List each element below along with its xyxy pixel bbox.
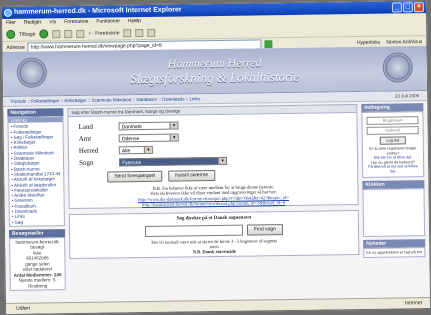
window-title: hammerum-herred.dk - Microsoft Internet … [13, 6, 182, 16]
current-date: 23 Juli 2006 [394, 93, 420, 99]
herred-select[interactable]: Alle ▼ [118, 145, 153, 154]
maximize-button[interactable]: □ [402, 2, 413, 13]
navigation-list: Sitelinks • Forside • Folketællinger • S… [7, 116, 65, 227]
minimize-button[interactable]: _ [391, 2, 402, 13]
login-box: Brugernavn Kodeord Log ind Er du ikke re… [361, 111, 425, 178]
status-text: Udført [16, 305, 31, 312]
parish-search-box: Søg direkte på et Dansk sognenavn Find s… [68, 210, 360, 260]
send-query-button[interactable]: Send forespørgsel [107, 170, 163, 183]
left-column: Navigation Sitelinks • Forside • Folketæ… [7, 108, 66, 292]
forgot-link[interactable]: Få tilsendt et nyt ved at klikke her. [365, 165, 421, 175]
amt-label: Amt [78, 134, 92, 143]
menu-favorites[interactable]: Foretrukne [64, 18, 88, 27]
news-box: En ny søgefunktion er lagt på her [363, 246, 426, 259]
batch-search-form: Land Danmark ▼ Amt Odense ▼ Herred Alle … [67, 113, 359, 210]
land-select[interactable]: Danmark ▼ [118, 121, 179, 130]
sogn-select[interactable]: Fyensne ▼ [118, 156, 228, 166]
amt-value: Odense [121, 135, 140, 142]
stop-icon[interactable] [52, 29, 61, 38]
address-label: Adresse [6, 44, 25, 51]
history-icon[interactable] [123, 28, 132, 37]
find-parish-button[interactable]: Find sogn [246, 224, 284, 236]
land-value: Danmark [121, 123, 142, 130]
username-field[interactable]: Brugernavn [366, 116, 419, 125]
back-label[interactable]: Tilbage [19, 31, 35, 37]
center-column: Søg efter Batch-numre fra Danmark, Norge… [67, 104, 360, 260]
go-button[interactable] [264, 39, 273, 48]
search-help: Det vil normalt være nok at skrive de fø… [70, 237, 358, 256]
land-label: Land [78, 122, 93, 131]
internet-explorer-icon [3, 8, 13, 17]
forward-icon[interactable] [39, 29, 49, 39]
page-content: Navigation Sitelinks • Forside • Folketæ… [3, 101, 430, 304]
sogn-value: Fyensne [122, 159, 142, 166]
parish-search-input[interactable] [144, 224, 244, 237]
chevron-down-icon: ▼ [143, 146, 152, 153]
chevron-down-icon: ▼ [217, 157, 227, 164]
chevron-down-icon: ▼ [169, 134, 178, 141]
close-button[interactable]: × [413, 2, 424, 13]
back-icon[interactable] [6, 29, 16, 39]
mail-icon[interactable] [135, 28, 144, 37]
reset-button[interactable]: Nulstil skærme [168, 170, 216, 182]
herred-label: Herred [78, 146, 99, 155]
visitor-counter: hammerum-herred.dk besøgt ikke 861482086… [9, 237, 66, 292]
amt-select[interactable]: Odense ▼ [118, 133, 179, 142]
home-icon[interactable] [76, 29, 85, 38]
search-icon[interactable]: ⌕ [88, 30, 91, 36]
top-nav-links[interactable]: Forside :: Folketællinger :: Kirkebøger … [11, 96, 200, 104]
news-item: En ny søgefunktion er lagt på her [366, 249, 423, 255]
browser-window: hammerum-herred.dk - Microsoft Internet … [0, 0, 431, 315]
nav-item[interactable]: • Søg [12, 219, 62, 225]
site-banner: Hammerum Herred Slægtsforskning & Lokalh… [2, 46, 428, 97]
newest-member: Nyeste medlem: S. Rindbring [18, 277, 57, 289]
parish-search-title: Søg direkte på et Dansk sognenavn [176, 215, 252, 222]
security-zone: Internet [405, 300, 423, 307]
web-page: Hammerum Herred Slægtsforskning & Lokalh… [2, 46, 430, 304]
menu-view[interactable]: Vis [49, 18, 56, 27]
clock-box [362, 187, 426, 237]
herred-value: Alle [121, 147, 131, 154]
menu-edit[interactable]: Redigér [24, 18, 42, 27]
right-column: Indlogning Brugernavn Kodeord Log ind Er… [361, 103, 426, 261]
antivirus-label[interactable]: Norton AntiVirus [386, 39, 422, 46]
password-field[interactable]: Kodeord [366, 126, 419, 135]
login-button[interactable]: Log ind [379, 136, 406, 145]
form-note: N.B. Du behøver ikke at være medlem for … [79, 183, 347, 208]
menu-help[interactable]: Hjælp [128, 17, 141, 26]
favorites-label[interactable]: Foretrukne [95, 30, 119, 36]
sogn-label: Sogn [78, 158, 94, 167]
sitelinks-subheader: Sitelinks [8, 117, 63, 124]
print-icon[interactable] [147, 28, 156, 37]
menu-tools[interactable]: Funktioner [96, 17, 120, 26]
links-label[interactable]: Hyperlinks [357, 39, 380, 45]
menu-file[interactable]: Filer [6, 19, 16, 28]
refresh-icon[interactable] [64, 29, 73, 38]
chevron-down-icon: ▼ [169, 122, 178, 129]
